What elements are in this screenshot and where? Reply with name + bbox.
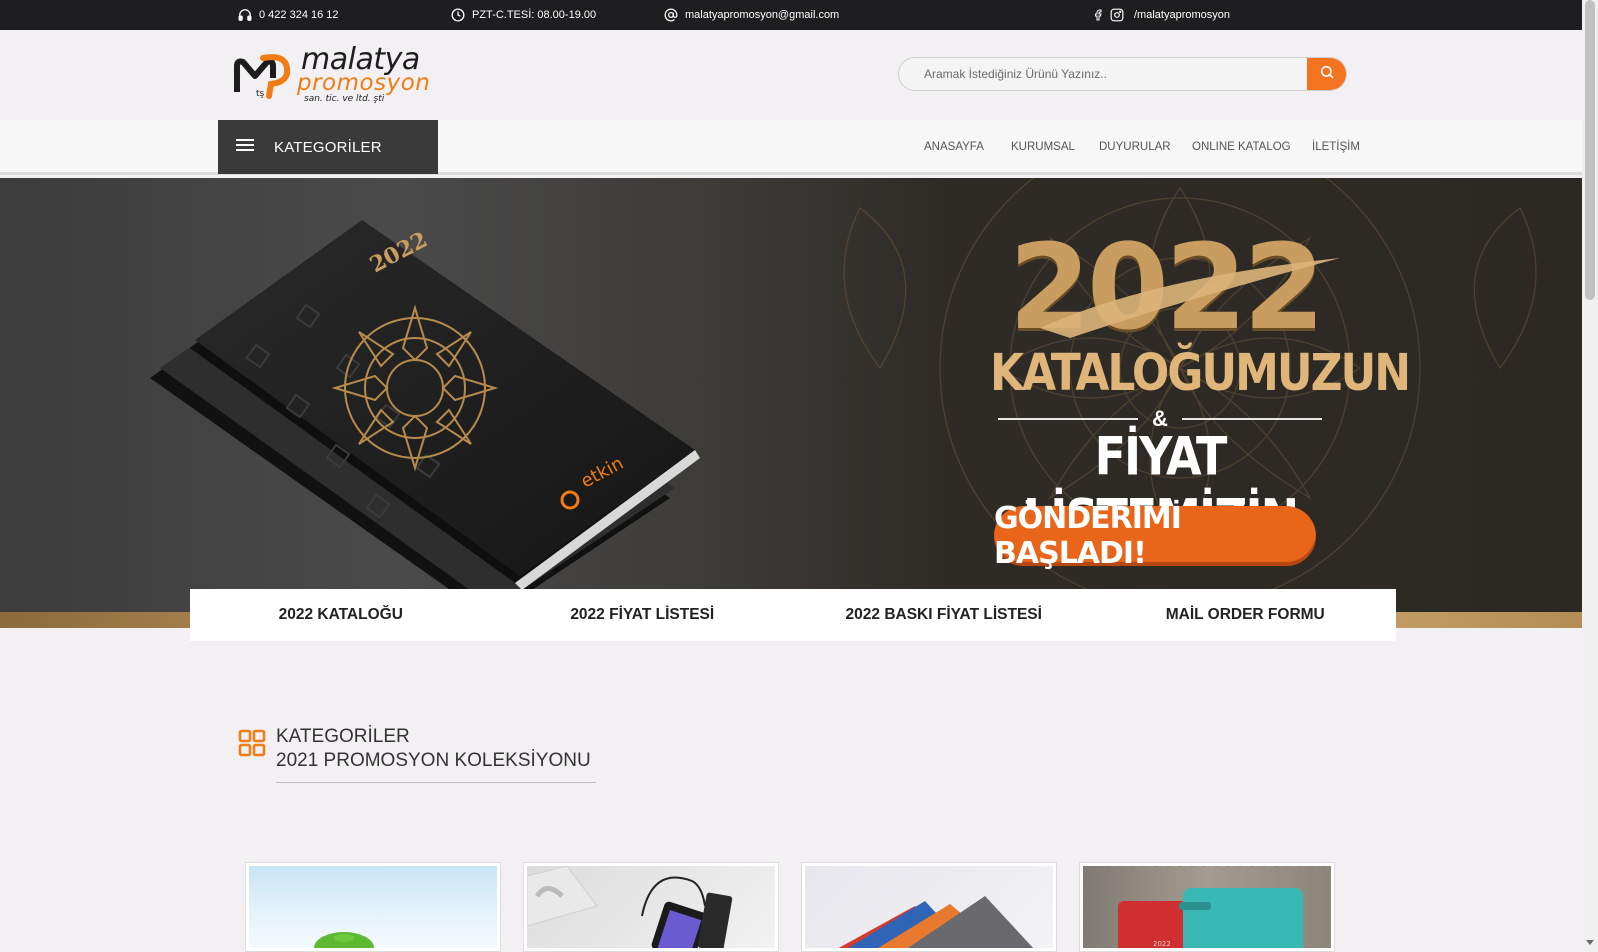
site-logo[interactable]: tş malatya promosyon san. tic. ve ltd. ş… [233, 42, 443, 106]
scroll-down-arrow-icon[interactable] [1586, 940, 1594, 945]
categories-menu-button[interactable]: KATEGORİLER [218, 120, 438, 174]
svg-text:tş: tş [256, 89, 265, 99]
category-card[interactable]: 2022 [1079, 862, 1335, 952]
phone-number: 0 422 324 16 12 [259, 9, 339, 21]
category-card[interactable] [523, 862, 779, 952]
logo-mark: tş [234, 54, 291, 99]
search-icon [1319, 64, 1335, 85]
quick-link-catalog[interactable]: 2022 KATALOĞU [190, 589, 492, 641]
logo-text-company: san. tic. ve ltd. şti [304, 94, 385, 104]
search-button[interactable] [1307, 58, 1346, 90]
category-image: 2022 [1083, 866, 1331, 948]
at-icon [664, 8, 678, 22]
section-title: KATEGORİLER [276, 726, 410, 747]
hero-slider[interactable]: 2022 etkin 2022 KATALOĞUMUZUN & FİYAT Lİ… [0, 178, 1582, 628]
scrollbar-thumb[interactable] [1585, 0, 1595, 300]
main-navigation: KATEGORİLER ANASAYFA KURUMSAL DUYURULAR … [0, 120, 1582, 175]
clock-icon [451, 8, 465, 22]
category-image [249, 866, 497, 948]
quick-links-bar: 2022 KATALOĞU 2022 FİYAT LİSTESİ 2022 BA… [190, 589, 1396, 641]
quick-link-mail-order-form[interactable]: MAİL ORDER FORMU [1095, 589, 1397, 641]
hero-cta-pill: GÖNDERİMİ BAŞLADI! [994, 501, 1316, 571]
menu-item-duyurular[interactable]: DUYURULAR [1099, 120, 1171, 174]
quick-link-print-price-list[interactable]: 2022 BASKI FİYAT LİSTESİ [793, 589, 1095, 641]
category-image [527, 866, 775, 948]
top-info-bar: 0 422 324 16 12 PZT-C.TESİ: 08.00-19.00 … [0, 0, 1582, 30]
menu-item-iletisim[interactable]: İLETİŞİM [1312, 120, 1360, 174]
working-hours: PZT-C.TESİ: 08.00-19.00 [472, 9, 597, 21]
search-input[interactable] [899, 58, 1309, 90]
hamburger-icon [236, 138, 254, 157]
menu-label: İLETİŞİM [1312, 141, 1360, 153]
divider-right [1181, 418, 1322, 420]
grid-icon [238, 729, 266, 762]
menu-label: DUYURULAR [1099, 141, 1171, 153]
instagram-icon[interactable] [1110, 8, 1124, 22]
email-address: malatyapromosyon@gmail.com [685, 9, 840, 21]
logo-text-promosyon: promosyon [297, 70, 431, 96]
menu-label: ANASAYFA [924, 141, 984, 153]
page-scrollbar[interactable] [1582, 0, 1598, 952]
social-info: /malatyapromosyon [1092, 0, 1230, 30]
gold-swoosh [1040, 258, 1340, 338]
facebook-icon[interactable] [1092, 8, 1104, 22]
menu-item-kurumsal[interactable]: KURUMSAL [1011, 120, 1075, 174]
headphones-icon [238, 8, 252, 22]
social-handle[interactable]: /malatyapromosyon [1134, 9, 1230, 21]
categories-label: KATEGORİLER [274, 138, 382, 156]
category-card[interactable] [245, 862, 501, 952]
quick-link-price-list[interactable]: 2022 FİYAT LİSTESİ [492, 589, 794, 641]
hours-info: PZT-C.TESİ: 08.00-19.00 [451, 0, 596, 30]
category-card[interactable] [801, 862, 1057, 952]
phone-info[interactable]: 0 422 324 16 12 [238, 0, 339, 30]
svg-text:2022: 2022 [1153, 940, 1171, 948]
site-header: tş malatya promosyon san. tic. ve ltd. ş… [0, 30, 1582, 120]
hero-line-1: KATALOĞUMUZUN [990, 344, 1411, 403]
section-underline [276, 782, 596, 783]
menu-label: ONLINE KATALOG [1192, 141, 1291, 153]
menu-item-anasayfa[interactable]: ANASAYFA [924, 120, 984, 174]
menu-label: KURUMSAL [1011, 141, 1075, 153]
section-subtitle: 2021 PROMOSYON KOLEKSİYONU [276, 750, 591, 771]
category-image [805, 866, 1053, 948]
email-info[interactable]: malatyapromosyon@gmail.com [664, 0, 839, 30]
catalog-books-image: 2022 etkin [150, 220, 700, 618]
menu-item-online-katalog[interactable]: ONLINE KATALOG [1192, 120, 1291, 174]
search-bar [898, 57, 1347, 91]
divider-left [998, 418, 1139, 420]
